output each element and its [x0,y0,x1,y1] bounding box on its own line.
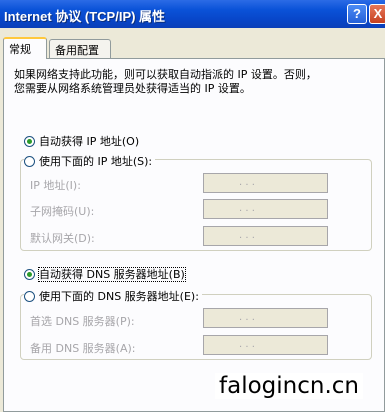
subnet-mask-field[interactable]: . . . [203,199,328,219]
radio-manual-ip[interactable]: 使用下面的 IP 地址(S): [24,153,156,169]
alternate-dns-label: 备用 DNS 服务器(A): [30,342,136,355]
default-gateway-label: 默认网关(D): [30,232,95,245]
alternate-dns-field[interactable]: . . . [203,335,328,355]
radio-manual-ip-indicator[interactable] [24,156,35,167]
default-gateway-field[interactable]: . . . [203,226,328,246]
ip-address-label: IP 地址(I): [30,179,81,192]
radio-manual-dns[interactable]: 使用下面的 DNS 服务器地址(E): [24,288,202,304]
subnet-mask-label: 子网掩码(U): [30,205,95,218]
preferred-dns-field[interactable]: . . . [203,308,328,328]
radio-manual-ip-label: 使用下面的 IP 地址(S): [39,155,153,168]
ip-address-field[interactable]: . . . [203,173,328,193]
radio-manual-dns-label: 使用下面的 DNS 服务器地址(E): [39,290,199,303]
radio-auto-ip[interactable]: 自动获得 IP 地址(O) [24,133,139,149]
ip-address-value: . . . [239,177,255,188]
window-title: Internet 协议 (TCP/IP) 属性 [4,9,166,24]
preferred-dns-value: . . . [239,312,255,323]
radio-auto-ip-indicator[interactable] [24,136,35,147]
radio-auto-dns-label: 自动获得 DNS 服务器地址(B) [38,267,186,282]
tab-alternate-config[interactable]: 备用配置 [49,39,111,58]
radio-auto-dns-indicator[interactable] [24,269,35,280]
watermark-text: falogincn.cn [215,373,363,399]
radio-manual-dns-indicator[interactable] [24,291,35,302]
radio-auto-ip-label: 自动获得 IP 地址(O) [39,135,140,148]
preferred-dns-label: 首选 DNS 服务器(P): [30,315,135,328]
description-line-1: 如果网络支持此功能，则可以获取自动指派的 IP 设置。否则， [14,68,317,81]
tab-general[interactable]: 常规 [3,37,47,59]
close-button[interactable]: X [369,4,385,24]
tab-strip: 常规 备用配置 [0,37,385,59]
help-button[interactable]: ? [347,4,367,24]
default-gateway-value: . . . [239,230,255,241]
description-text: 如果网络支持此功能，则可以获取自动指派的 IP 设置。否则， 您需要从网络系统管… [14,68,374,96]
radio-auto-dns[interactable]: 自动获得 DNS 服务器地址(B) [24,266,186,282]
subnet-mask-value: . . . [239,203,255,214]
title-bar[interactable]: Internet 协议 (TCP/IP) 属性 ? X [0,0,385,28]
description-line-2: 您需要从网络系统管理员处获得适当的 IP 设置。 [14,82,251,95]
alternate-dns-value: . . . [239,339,255,350]
